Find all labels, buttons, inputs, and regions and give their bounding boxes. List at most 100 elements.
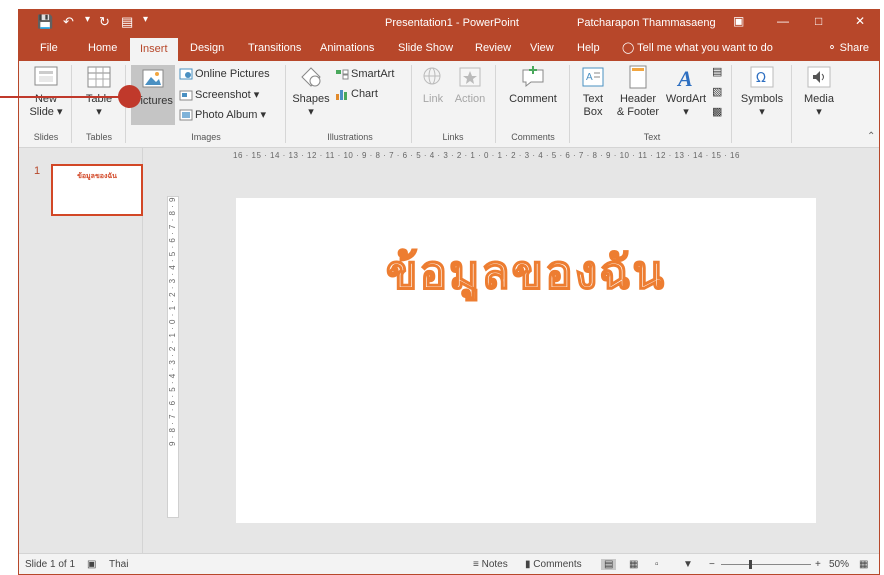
slide-thumbnail[interactable]: ข้อมูลของฉัน bbox=[51, 164, 143, 216]
smartart-button[interactable]: SmartArt bbox=[335, 68, 394, 80]
tab-animations[interactable]: Animations bbox=[320, 36, 374, 61]
table-icon bbox=[87, 66, 111, 88]
chart-icon bbox=[336, 90, 347, 101]
text-box-label-2: Box bbox=[583, 106, 603, 118]
group-label-images: Images bbox=[191, 132, 221, 142]
group-label-illustrations: Illustrations bbox=[327, 132, 373, 142]
online-pictures-icon bbox=[179, 68, 193, 80]
slide-show-icon[interactable]: ▼ bbox=[683, 559, 693, 570]
screenshot-button[interactable]: Screenshot ▾ bbox=[179, 88, 259, 101]
minimize-icon[interactable]: — bbox=[777, 14, 789, 28]
customize-toolbar-icon[interactable]: ▾ bbox=[143, 14, 148, 25]
vertical-ruler-marks: 9 · 8 · 7 · 6 · 5 · 4 · 3 · 2 · 1 · 0 · … bbox=[168, 197, 177, 447]
new-slide-label-1: New bbox=[34, 93, 57, 105]
zoom-out-icon[interactable]: − bbox=[709, 559, 715, 570]
tab-help[interactable]: Help bbox=[577, 36, 600, 61]
start-from-beginning-icon[interactable]: ▤ bbox=[121, 14, 133, 30]
photo-album-button[interactable]: Photo Album ▾ bbox=[179, 108, 266, 121]
comment-button[interactable]: Comment bbox=[503, 65, 563, 106]
table-button[interactable]: Table ▾ bbox=[77, 65, 121, 119]
status-bar: Slide 1 of 1 ▣ Thai ≡ Notes ▮ Comments ▤… bbox=[19, 553, 879, 574]
zoom-in-icon[interactable]: + bbox=[815, 559, 821, 570]
comments-icon: ▮ bbox=[525, 559, 531, 570]
tab-transitions[interactable]: Transitions bbox=[248, 36, 301, 61]
group-label-links: Links bbox=[442, 132, 464, 142]
date-time-icon[interactable]: ▤ bbox=[712, 65, 722, 78]
shapes-button[interactable]: Shapes ▾ bbox=[291, 65, 331, 119]
notes-icon: ≡ bbox=[473, 559, 479, 570]
wordart-button[interactable]: A WordArt ▾ bbox=[663, 65, 709, 119]
save-icon[interactable]: 💾 bbox=[37, 14, 53, 30]
tell-me-label: Tell me what you want to do bbox=[637, 42, 773, 54]
chart-button[interactable]: Chart bbox=[335, 88, 378, 101]
speaker-icon bbox=[807, 66, 831, 88]
close-icon[interactable]: ✕ bbox=[855, 14, 865, 28]
wordart-label: WordArt bbox=[665, 93, 707, 105]
fit-to-window-icon[interactable]: ▦ bbox=[859, 559, 868, 570]
tab-design[interactable]: Design bbox=[190, 36, 224, 61]
action-button[interactable]: Action bbox=[451, 65, 489, 106]
new-slide-button[interactable]: New Slide ▾ bbox=[25, 65, 67, 119]
shapes-icon bbox=[301, 67, 321, 87]
tab-review[interactable]: Review bbox=[475, 36, 511, 61]
group-divider bbox=[411, 65, 412, 143]
powerpoint-window: 💾 ↶ ▾ ↻ ▤ ▾ Presentation1 - PowerPoint P… bbox=[18, 9, 880, 575]
callout-line bbox=[0, 96, 120, 98]
comments-label: Comments bbox=[533, 559, 582, 570]
header-footer-button[interactable]: Header & Footer bbox=[615, 65, 661, 119]
comment-label: Comment bbox=[509, 93, 557, 105]
header-footer-label-1: Header bbox=[619, 93, 657, 105]
slide-number-icon[interactable]: ▧ bbox=[712, 85, 722, 98]
text-box-icon: A bbox=[582, 67, 604, 87]
link-button[interactable]: Link bbox=[417, 65, 449, 106]
tab-view[interactable]: View bbox=[530, 36, 554, 61]
zoom-slider-thumb[interactable] bbox=[749, 560, 752, 569]
tell-me-search[interactable]: ◯ Tell me what you want to do bbox=[622, 36, 773, 61]
object-icon[interactable]: ▩ bbox=[712, 105, 722, 118]
person-icon: ⚬ bbox=[827, 42, 837, 54]
comments-button[interactable]: ▮ Comments bbox=[525, 559, 582, 570]
link-label: Link bbox=[422, 93, 444, 105]
online-pictures-button[interactable]: Online Pictures bbox=[179, 68, 270, 80]
link-icon bbox=[423, 67, 441, 85]
user-name[interactable]: Patcharapon Thammasaeng bbox=[577, 17, 716, 29]
zoom-level[interactable]: 50% bbox=[829, 559, 849, 570]
ribbon-display-options-icon[interactable]: ▣ bbox=[733, 14, 744, 28]
symbols-button[interactable]: Ω Symbols ▾ bbox=[737, 65, 787, 119]
tab-insert[interactable]: Insert bbox=[130, 38, 178, 61]
group-label-comments: Comments bbox=[511, 132, 555, 142]
comment-icon bbox=[522, 66, 544, 88]
collapse-ribbon-icon[interactable]: ⌃ bbox=[867, 131, 875, 142]
photo-album-label: Photo Album bbox=[195, 109, 258, 121]
header-footer-label-2: & Footer bbox=[616, 106, 660, 118]
normal-view-icon[interactable]: ▤ bbox=[601, 559, 617, 570]
undo-dropdown-icon[interactable]: ▾ bbox=[85, 14, 90, 25]
tab-home[interactable]: Home bbox=[88, 36, 117, 61]
media-label: Media bbox=[804, 93, 834, 105]
tab-slide-show[interactable]: Slide Show bbox=[398, 36, 453, 61]
slide-sorter-icon[interactable]: ▦ bbox=[629, 559, 638, 570]
redo-icon[interactable]: ↻ bbox=[99, 14, 110, 30]
share-button[interactable]: ⚬ Share bbox=[827, 36, 869, 61]
spelling-check-icon[interactable]: ▣ bbox=[87, 559, 96, 570]
reading-view-icon[interactable]: ▫ bbox=[655, 559, 659, 570]
symbols-label: Symbols bbox=[740, 93, 784, 105]
shapes-label: Shapes bbox=[292, 93, 330, 105]
language-indicator[interactable]: Thai bbox=[109, 559, 128, 570]
vertical-ruler: 9 · 8 · 7 · 6 · 5 · 4 · 3 · 2 · 1 · 0 · … bbox=[167, 196, 179, 518]
undo-icon[interactable]: ↶ bbox=[63, 14, 74, 30]
group-label-slides: Slides bbox=[33, 132, 59, 142]
svg-text:Ω: Ω bbox=[756, 71, 766, 86]
text-box-button[interactable]: A Text Box bbox=[575, 65, 611, 119]
slide-title[interactable]: ข้อมูลของฉัน bbox=[236, 236, 816, 309]
notes-button[interactable]: ≡ Notes bbox=[473, 559, 508, 570]
media-button[interactable]: Media ▾ bbox=[797, 65, 841, 119]
zoom-slider-track[interactable] bbox=[721, 564, 811, 565]
tab-file[interactable]: File bbox=[40, 36, 58, 61]
new-slide-label-2: Slide bbox=[29, 106, 54, 118]
slide-canvas[interactable]: ข้อมูลของฉัน bbox=[236, 198, 816, 523]
maximize-icon[interactable]: □ bbox=[815, 14, 822, 28]
text-box-label-1: Text bbox=[582, 93, 604, 105]
action-icon bbox=[459, 67, 481, 87]
group-label-tables: Tables bbox=[85, 132, 112, 142]
